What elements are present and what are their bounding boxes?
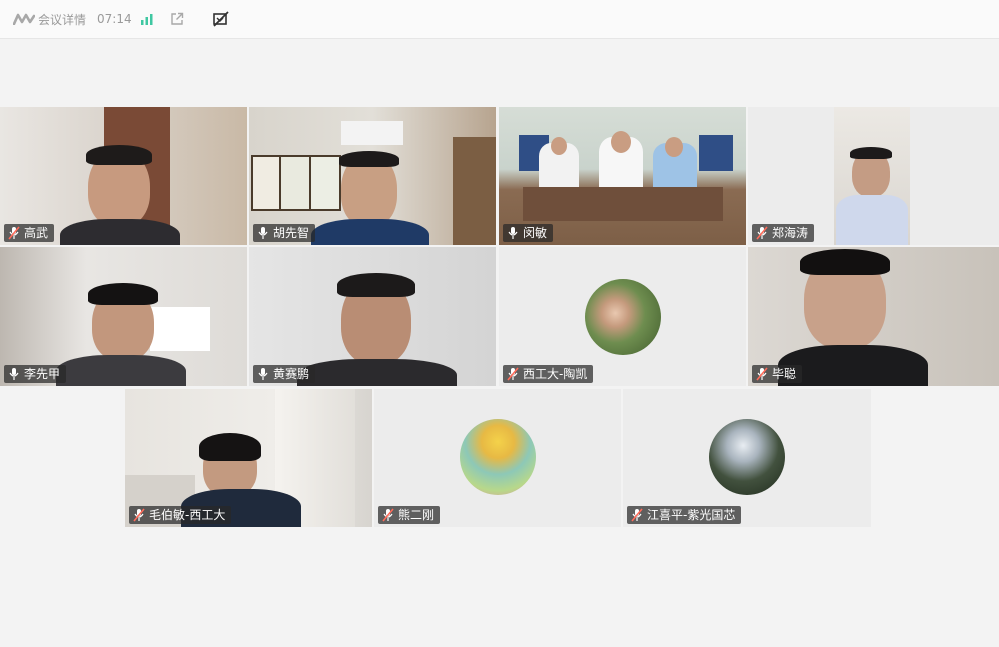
participant-name: 胡先智 [273,226,310,240]
participant-nametag: 毕聪 [752,365,803,383]
participant-avatar [585,279,661,355]
video-tile[interactable]: 黄赛鹏 [249,247,496,386]
participant-nametag: 高武 [4,224,55,242]
video-tile[interactable]: 毕聪 [748,247,999,386]
muted-mic-icon [382,508,394,522]
participant-name: 毛伯敏-西工大 [149,508,226,522]
video-tile-active-speaker[interactable]: 闵敏 [499,107,746,245]
mic-icon [258,368,268,380]
participant-name: 李先甲 [24,367,61,381]
video-tile[interactable]: 毛伯敏-西工大 [125,389,372,527]
participant-nametag: 熊二刚 [378,506,441,524]
participant-name: 闵敏 [523,226,548,240]
participant-nametag: 毛伯敏-西工大 [129,506,232,524]
participant-name: 江喜平-紫光国芯 [647,508,736,522]
participant-name: 黄赛鹏 [273,367,310,381]
participant-name: 西工大-陶凯 [523,367,588,381]
participant-name: 高武 [24,226,49,240]
participant-nametag: 闵敏 [503,224,554,242]
muted-mic-icon [756,367,768,381]
mic-icon [9,368,19,380]
video-tile[interactable]: 西工大-陶凯 [499,247,746,386]
video-tile[interactable]: 郑海涛 [748,107,999,245]
video-tile[interactable]: 熊二刚 [374,389,621,527]
video-tile[interactable]: 高武 [0,107,247,245]
muted-mic-icon [507,367,519,381]
participant-nametag: 李先甲 [4,365,67,383]
mic-icon [508,227,518,239]
participant-avatar [709,419,785,495]
participant-name: 毕聪 [772,367,797,381]
video-grid: 高武 胡先智 闵敏 郑海涛 李先甲 黄赛鹏 西工大-陶凯 毕聪 毛伯敏-西工大 … [0,0,999,647]
muted-mic-icon [631,508,643,522]
video-tile[interactable]: 胡先智 [249,107,496,245]
participant-nametag: 西工大-陶凯 [503,365,594,383]
video-tile[interactable]: 李先甲 [0,247,247,386]
participant-nametag: 胡先智 [253,224,316,242]
mic-icon [258,227,268,239]
muted-mic-icon [756,226,768,240]
video-tile[interactable]: 江喜平-紫光国芯 [623,389,871,527]
participant-avatar [460,419,536,495]
participant-nametag: 江喜平-紫光国芯 [627,506,742,524]
participant-nametag: 郑海涛 [752,224,815,242]
muted-mic-icon [8,226,20,240]
participant-name: 熊二刚 [398,508,435,522]
participant-nametag: 黄赛鹏 [253,365,316,383]
participant-name: 郑海涛 [772,226,809,240]
muted-mic-icon [133,508,145,522]
